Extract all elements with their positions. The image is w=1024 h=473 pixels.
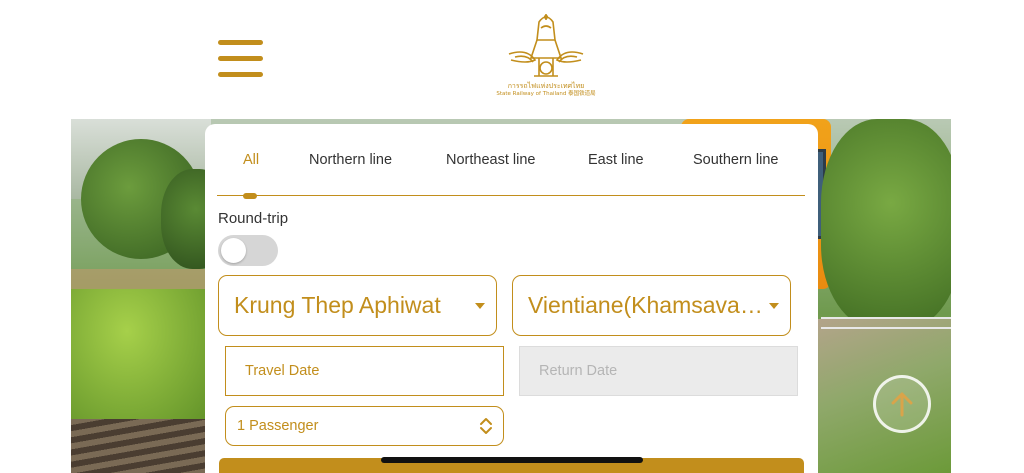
arrow-up-icon (891, 392, 913, 417)
passenger-count-value: 1 Passenger (237, 418, 319, 434)
passenger-select[interactable]: 1 Passenger (225, 406, 504, 446)
logo-english-text: State Railway of Thailand 泰国铁道局 (496, 91, 596, 97)
tab-east-line[interactable]: East line (588, 152, 644, 168)
search-card: All Northern line Northeast line East li… (205, 124, 818, 473)
srt-logo[interactable]: การรถไฟแห่งประเทศไทย State Railway of Th… (496, 10, 596, 106)
origin-station-value: Krung Thep Aphiwat (234, 292, 441, 318)
chevron-up-down-icon (480, 418, 492, 434)
home-indicator (381, 457, 643, 463)
scroll-to-top-button[interactable] (873, 375, 931, 433)
hamburger-menu-icon[interactable] (218, 40, 263, 80)
caret-down-icon (475, 303, 485, 309)
round-trip-label: Round-trip (218, 210, 289, 227)
tab-northeast-line[interactable]: Northeast line (446, 152, 535, 168)
round-trip-toggle[interactable] (218, 235, 278, 266)
destination-station-value: Vientiane(Khamsavath) (528, 292, 763, 318)
origin-station-select[interactable]: Krung Thep Aphiwat (218, 275, 497, 336)
return-date-input[interactable] (519, 346, 798, 396)
travel-date-input[interactable] (225, 346, 504, 396)
caret-down-icon (769, 303, 779, 309)
toggle-knob (221, 238, 246, 263)
tab-southern-line[interactable]: Southern line (693, 152, 778, 168)
tab-northern-line[interactable]: Northern line (309, 152, 392, 168)
active-tab-indicator (243, 193, 257, 199)
tab-all[interactable]: All (243, 152, 259, 168)
destination-station-select[interactable]: Vientiane(Khamsavath) (512, 275, 791, 336)
line-tabs: All Northern line Northeast line East li… (217, 138, 805, 199)
srt-emblem-icon (508, 14, 584, 77)
logo-thai-text: การรถไฟแห่งประเทศไทย (507, 82, 585, 90)
